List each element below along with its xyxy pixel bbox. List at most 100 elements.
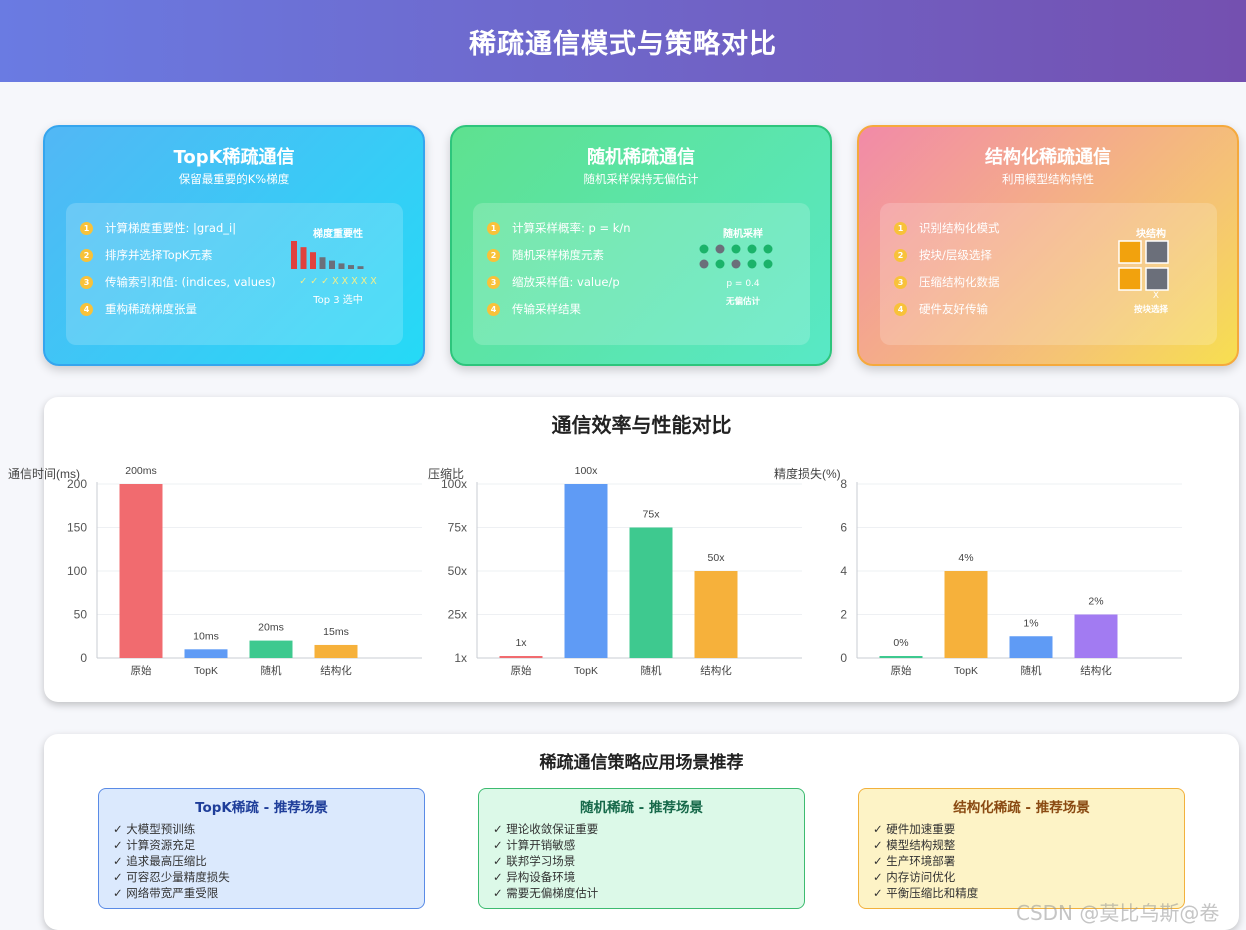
step-item: 1 计算采样概率: p = k/n [487, 219, 631, 237]
x-tick-label: 原始 [511, 664, 532, 677]
list-item: ✓ 生产环境部署 [873, 854, 956, 868]
y-tick-label: 6 [840, 521, 847, 535]
accuracy-loss-chart: 精度损失(%) 0 2 4 6 8 0% 原始 4% TopK 1% 随机 2% 结构化 [774, 466, 1182, 677]
y-tick-label: 1x [454, 651, 467, 665]
card-subtitle: 利用模型结构特性 [1002, 172, 1094, 186]
data-label: 1x [515, 637, 527, 649]
block-mark: X [1152, 291, 1160, 301]
importance-bar [357, 266, 364, 269]
card-inner: 1 计算采样概率: p = k/n 2 随机采样梯度元素 3 缩放采样值: value… [473, 203, 810, 345]
y-tick-label: 150 [67, 521, 87, 535]
bar [499, 656, 543, 658]
step-text: 缩放采样值: value/p [512, 275, 620, 289]
data-label: 100x [575, 465, 599, 477]
recommend-title: TopK稀疏 - 推荐场景 [195, 800, 328, 816]
block-cell [1145, 240, 1169, 264]
step-text: 按块/层级选择 [919, 248, 992, 262]
topk-recommend-box: TopK稀疏 - 推荐场景 ✓ 大模型预训练 ✓ 计算资源充足 ✓ 追求最高压缩… [98, 788, 425, 909]
x-tick-label: 结构化 [700, 664, 732, 677]
y-tick-label: 25x [448, 608, 467, 622]
bar [629, 527, 673, 658]
sample-dot [763, 259, 773, 269]
list-item: ✓ 需要无偏梯度估计 [493, 886, 599, 900]
step-number: 1 [487, 221, 500, 235]
list-item: ✓ 硬件加速重要 [873, 822, 956, 836]
importance-bar [338, 263, 345, 269]
bar [564, 484, 608, 658]
step-item: 3 缩放采样值: value/p [487, 273, 620, 291]
topk-card: TopK稀疏通信 保留最重要的K%梯度 1 计算梯度重要性: |grad_i| 2… [43, 125, 425, 366]
block-grid-icon [1118, 240, 1169, 291]
bar [1074, 614, 1118, 658]
list-item: ✓ 计算开销敏感 [493, 838, 576, 852]
random-recommend-box: 随机稀疏 - 推荐场景 ✓ 理论收敛保证重要 ✓ 计算开销敏感 ✓ 联邦学习场景… [478, 788, 805, 909]
step-number: 3 [80, 275, 93, 289]
viz-caption: 按块选择 [1133, 305, 1168, 315]
step-text: 计算采样概率: p = k/n [512, 221, 631, 235]
x-tick-label: 原始 [131, 664, 152, 677]
list-item: ✓ 网络带宽严重受限 [113, 886, 219, 900]
structured-recommend-box: 结构化稀疏 - 推荐场景 ✓ 硬件加速重要 ✓ 模型结构规整 ✓ 生产环境部署 … [858, 788, 1185, 909]
recommend-title: 随机稀疏 - 推荐场景 [579, 800, 703, 816]
recommend-list: ✓ 理论收敛保证重要 ✓ 计算开销敏感 ✓ 联邦学习场景 ✓ 异构设备环境 ✓ … [493, 821, 598, 901]
importance-bars-icon [291, 241, 364, 269]
page-header: 稀疏通信模式与策略对比 [0, 0, 1246, 82]
card-inner: 1 识别结构化模式 2 按块/层级选择 3 压缩结构化数据 4 硬件友好传输 块结构 X… [880, 203, 1217, 345]
recommend-list: ✓ 大模型预训练 ✓ 计算资源充足 ✓ 追求最高压缩比 ✓ 可容忍少量精度损失 … [113, 821, 230, 901]
viz-title: 随机采样 [723, 229, 763, 240]
y-tick-label: 50x [448, 564, 467, 578]
list-item: ✓ 追求最高压缩比 [113, 854, 207, 868]
step-text: 压缩结构化数据 [919, 275, 1000, 289]
sample-dot [731, 244, 741, 254]
page-title: 稀疏通信模式与策略对比 [469, 28, 777, 60]
importance-bar [329, 260, 335, 269]
x-tick-label: TopK [574, 665, 598, 677]
x-tick-label: 随机 [261, 664, 282, 677]
list-item: ✓ 内存访问优化 [873, 870, 956, 884]
y-tick-label: 2 [840, 608, 847, 622]
step-item: 4 硬件友好传输 [894, 300, 988, 318]
block-cell [1118, 240, 1142, 264]
recommend-title: 结构化稀疏 - 推荐场景 [953, 800, 1090, 816]
recommend-list: ✓ 硬件加速重要 ✓ 模型结构规整 ✓ 生产环境部署 ✓ 内存访问优化 ✓ 平衡… [873, 821, 978, 901]
y-tick-label: 8 [840, 477, 847, 491]
step-item: 3 压缩结构化数据 [894, 273, 1000, 291]
sample-dot [715, 244, 725, 254]
viz-title: 梯度重要性 [313, 229, 363, 240]
sample-dots-icon [699, 244, 773, 269]
step-item: 3 传输索引和值: (indices, values) [80, 273, 276, 291]
block-cell [1118, 267, 1142, 291]
y-tick-label: 100 [67, 564, 87, 578]
compression-chart: 压缩比1x25x50x75x100x1x原始100xTopK75x随机50x结构… [428, 465, 802, 677]
x-tick-label: 随机 [1021, 664, 1043, 677]
step-item: 2 随机采样梯度元素 [487, 246, 604, 264]
data-label: 50x [708, 552, 726, 564]
importance-bar [348, 265, 354, 269]
list-item: ✓ 联邦学习场景 [493, 854, 576, 868]
y-tick-label: 200 [67, 477, 87, 491]
card-title: 随机稀疏通信 [587, 147, 695, 168]
card-subtitle: 保留最重要的K%梯度 [178, 172, 290, 186]
list-item: ✓ 理论收敛保证重要 [493, 822, 599, 836]
structured-card: 结构化稀疏通信 利用模型结构特性 1 识别结构化模式 2 按块/层级选择 3 压缩结构… [857, 125, 1239, 366]
y-tick-label: 0 [80, 651, 87, 665]
step-number: 1 [80, 221, 93, 235]
list-item: ✓ 计算资源充足 [113, 838, 196, 852]
probability-label: p = 0.4 [726, 279, 760, 289]
data-label: 10ms [193, 630, 219, 642]
bar [944, 571, 988, 658]
step-item: 4 重构稀疏梯度张量 [80, 300, 197, 318]
y-tick-label: 4 [840, 564, 847, 578]
data-label: 15ms [323, 626, 349, 638]
step-text: 排序并选择TopK元素 [105, 248, 213, 262]
importance-bar [319, 257, 326, 269]
x-tick-label: 原始 [891, 664, 912, 677]
viz-caption: Top 3 选中 [313, 295, 363, 306]
x-tick-label: TopK [194, 665, 218, 677]
step-number: 2 [80, 248, 93, 262]
card-title: 结构化稀疏通信 [985, 147, 1111, 168]
x-tick-label: TopK [954, 665, 978, 677]
section-title: 稀疏通信策略应用场景推荐 [539, 753, 744, 773]
section-title: 通信效率与性能对比 [551, 413, 732, 437]
data-label: 75x [643, 509, 661, 521]
